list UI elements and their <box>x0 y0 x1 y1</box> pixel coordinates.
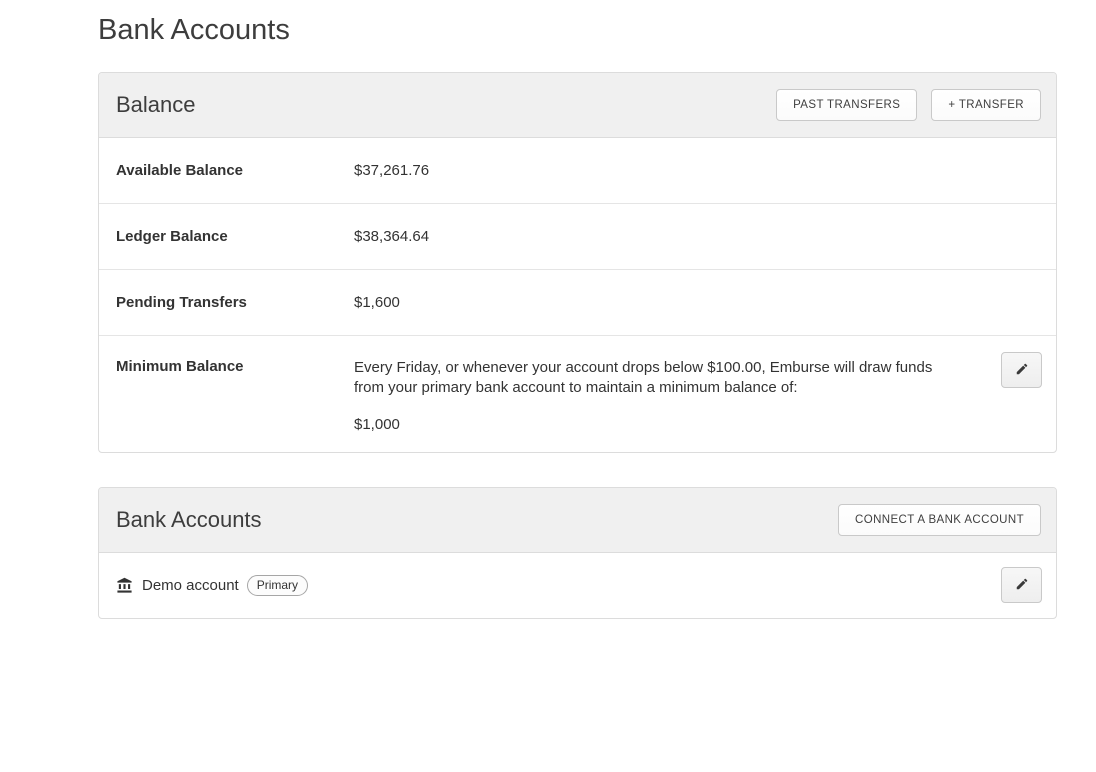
minimum-balance-content: Every Friday, or whenever your account d… <box>354 358 964 435</box>
bank-accounts-card-header: Bank Accounts CONNECT A BANK ACCOUNT <box>99 488 1056 553</box>
bank-accounts-page: Bank Accounts Balance PAST TRANSFERS + T… <box>98 12 1057 619</box>
balance-header-actions: PAST TRANSFERS + TRANSFER <box>776 89 1041 121</box>
available-balance-label: Available Balance <box>116 162 354 179</box>
bank-accounts-card: Bank Accounts CONNECT A BANK ACCOUNT Dem… <box>98 487 1057 619</box>
pencil-icon <box>1015 577 1029 594</box>
pending-transfers-label: Pending Transfers <box>116 294 354 311</box>
row-pending-transfers: Pending Transfers $1,600 <box>99 269 1056 335</box>
row-available-balance: Available Balance $37,261.76 <box>99 138 1056 203</box>
minimum-balance-description: Every Friday, or whenever your account d… <box>354 358 964 398</box>
pencil-icon <box>1015 362 1029 379</box>
edit-minimum-balance-button[interactable] <box>1001 352 1042 388</box>
page-title: Bank Accounts <box>98 12 1057 48</box>
minimum-balance-label: Minimum Balance <box>116 358 354 375</box>
past-transfers-button[interactable]: PAST TRANSFERS <box>776 89 917 121</box>
primary-badge: Primary <box>247 575 308 596</box>
connect-bank-account-button[interactable]: CONNECT A BANK ACCOUNT <box>838 504 1041 536</box>
account-name: Demo account <box>142 577 239 594</box>
add-transfer-button[interactable]: + TRANSFER <box>931 89 1041 121</box>
balance-card: Balance PAST TRANSFERS + TRANSFER Availa… <box>98 72 1057 453</box>
pending-transfers-value: $1,600 <box>354 294 400 311</box>
edit-account-button[interactable] <box>1001 567 1042 603</box>
row-ledger-balance: Ledger Balance $38,364.64 <box>99 203 1056 269</box>
minimum-balance-value: $1,000 <box>354 415 964 435</box>
row-minimum-balance: Minimum Balance Every Friday, or wheneve… <box>99 335 1056 452</box>
balance-card-title: Balance <box>116 92 196 118</box>
bank-icon <box>116 577 133 594</box>
account-row: Demo account Primary <box>99 553 1056 618</box>
ledger-balance-label: Ledger Balance <box>116 228 354 245</box>
ledger-balance-value: $38,364.64 <box>354 228 429 245</box>
available-balance-value: $37,261.76 <box>354 162 429 179</box>
balance-card-header: Balance PAST TRANSFERS + TRANSFER <box>99 73 1056 138</box>
bank-accounts-card-title: Bank Accounts <box>116 507 262 533</box>
